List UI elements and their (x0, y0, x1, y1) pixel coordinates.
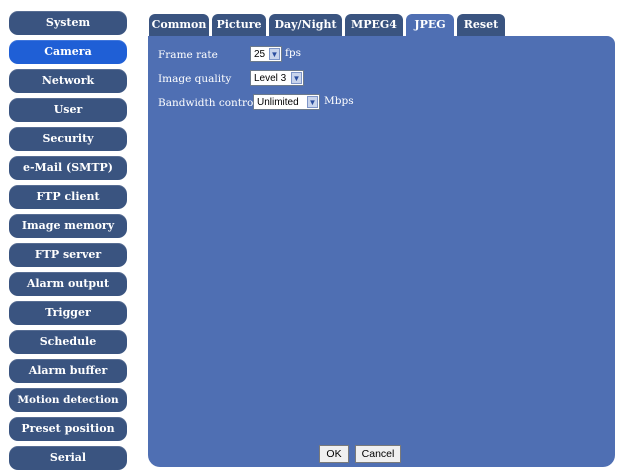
image-quality-label: Image quality (158, 73, 232, 85)
bandwidth-control-select[interactable]: Unlimited ▼ (253, 94, 320, 110)
sidebar-item-alarm-buffer[interactable]: Alarm buffer (9, 359, 127, 383)
settings-panel: Frame rate 25 ▼ fps Image quality Level … (148, 36, 615, 467)
sidebar: System Camera Network User Security e-Ma… (9, 11, 127, 475)
chevron-down-icon[interactable]: ▼ (291, 72, 302, 84)
cancel-button[interactable]: Cancel (355, 445, 401, 463)
tab-mpeg4[interactable]: MPEG4 (345, 14, 403, 36)
image-quality-row: Image quality Level 3 ▼ (158, 70, 598, 88)
tab-reset[interactable]: Reset (457, 14, 505, 36)
sidebar-item-camera[interactable]: Camera (9, 40, 127, 64)
chevron-down-icon[interactable]: ▼ (307, 96, 318, 108)
sidebar-item-system[interactable]: System (9, 11, 127, 35)
image-quality-value: Level 3 (254, 73, 287, 84)
bandwidth-control-label: Bandwidth control (158, 97, 257, 109)
sidebar-item-preset-position[interactable]: Preset position (9, 417, 127, 441)
sidebar-item-ftp-server[interactable]: FTP server (9, 243, 127, 267)
tab-picture[interactable]: Picture (212, 14, 266, 36)
image-quality-select[interactable]: Level 3 ▼ (250, 70, 304, 86)
sidebar-item-motion-detection[interactable]: Motion detection (9, 388, 127, 412)
frame-rate-value: 25 (254, 49, 266, 60)
frame-rate-row: Frame rate 25 ▼ fps (158, 46, 598, 64)
chevron-down-icon[interactable]: ▼ (269, 48, 280, 60)
tab-day-night[interactable]: Day/Night (269, 14, 342, 36)
tab-common[interactable]: Common (149, 14, 209, 36)
sidebar-item-security[interactable]: Security (9, 127, 127, 151)
frame-rate-unit: fps (285, 47, 301, 59)
frame-rate-select[interactable]: 25 ▼ (250, 46, 282, 62)
sidebar-item-image-memory[interactable]: Image memory (9, 214, 127, 238)
sidebar-item-email-smtp[interactable]: e-Mail (SMTP) (9, 156, 127, 180)
frame-rate-label: Frame rate (158, 49, 218, 61)
bandwidth-control-row: Bandwidth control Unlimited ▼ Mbps (158, 94, 598, 112)
bandwidth-control-value: Unlimited (257, 97, 299, 108)
sidebar-item-schedule[interactable]: Schedule (9, 330, 127, 354)
ok-button[interactable]: OK (319, 445, 349, 463)
bandwidth-control-unit: Mbps (324, 95, 354, 107)
sidebar-item-serial[interactable]: Serial (9, 446, 127, 470)
sidebar-item-ftp-client[interactable]: FTP client (9, 185, 127, 209)
sidebar-item-alarm-output[interactable]: Alarm output (9, 272, 127, 296)
sidebar-item-network[interactable]: Network (9, 69, 127, 93)
tab-jpeg[interactable]: JPEG (406, 14, 454, 38)
sidebar-item-user[interactable]: User (9, 98, 127, 122)
sidebar-item-trigger[interactable]: Trigger (9, 301, 127, 325)
